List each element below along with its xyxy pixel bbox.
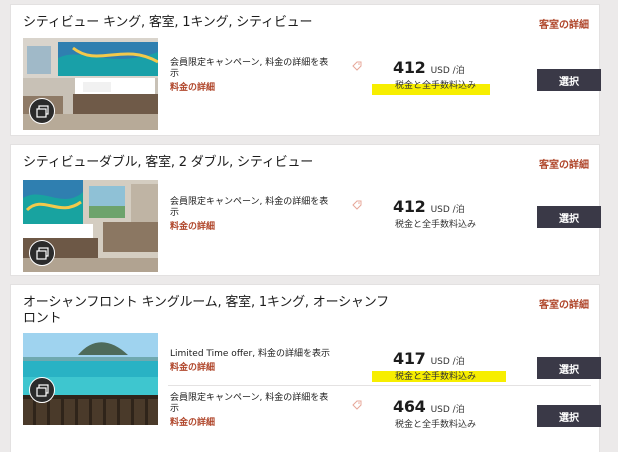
rate-details-link[interactable]: 料金の詳細 — [170, 360, 215, 373]
room-photo[interactable] — [23, 38, 158, 130]
price-note: 税金と全手数料込み — [395, 81, 477, 91]
room-title: シティビュー キング, 客室, 1キング, シティビュー — [23, 15, 313, 30]
price-amount: 464 — [393, 397, 426, 416]
select-button[interactable]: 選択 — [537, 69, 601, 91]
gallery-icon[interactable] — [29, 98, 55, 124]
rate-description: Limited Time offer, 料金の詳細を表示 — [170, 349, 330, 359]
room-card: オーシャンフロント キングルーム, 客室, 1キング, オーシャンフロント 客室… — [10, 284, 601, 452]
price: 412 USD /泊 — [393, 58, 465, 77]
room-details-link[interactable]: 客室の詳細 — [539, 16, 589, 31]
price: 464 USD /泊 — [393, 397, 465, 416]
price-amount: 417 — [393, 349, 426, 368]
tag-icon — [352, 400, 362, 410]
rate-row: 会員限定キャンペーン, 料金の詳細を表示 料金の詳細 412 USD /泊 税金… — [168, 197, 601, 237]
price-note: 税金と全手数料込み — [395, 372, 477, 382]
gallery-icon[interactable] — [29, 377, 55, 403]
tag-icon — [352, 61, 362, 71]
room-details-link[interactable]: 客室の詳細 — [539, 156, 589, 171]
rate-row: 会員限定キャンペーン, 料金の詳細を表示 料金の詳細 412 USD /泊 税金… — [168, 58, 601, 98]
price-amount: 412 — [393, 58, 426, 77]
room-details-link[interactable]: 客室の詳細 — [539, 296, 589, 311]
price: 417 USD /泊 — [393, 349, 465, 368]
room-photo[interactable] — [23, 180, 158, 272]
rate-description: 会員限定キャンペーン, 料金の詳細を表示 — [170, 393, 329, 414]
rate-details-link[interactable]: 料金の詳細 — [170, 219, 215, 232]
rate-row: Limited Time offer, 料金の詳細を表示 料金の詳細 417 U… — [168, 349, 601, 386]
gallery-icon[interactable] — [29, 240, 55, 266]
price: 412 USD /泊 — [393, 197, 465, 216]
price-note: 税金と全手数料込み — [395, 220, 477, 230]
room-title: シティビューダブル, 客室, 2 ダブル, シティビュー — [23, 155, 314, 170]
rate-description: 会員限定キャンペーン, 料金の詳細を表示 — [170, 197, 329, 218]
room-photo[interactable] — [23, 333, 158, 425]
price-unit: USD /泊 — [430, 405, 465, 415]
rate-details-link[interactable]: 料金の詳細 — [170, 415, 215, 428]
select-button[interactable]: 選択 — [537, 206, 601, 228]
rate-row: 会員限定キャンペーン, 料金の詳細を表示 料金の詳細 464 USD /泊 税金… — [168, 393, 601, 433]
select-button[interactable]: 選択 — [537, 405, 601, 427]
price-amount: 412 — [393, 197, 426, 216]
rate-description: 会員限定キャンペーン, 料金の詳細を表示 — [170, 58, 329, 79]
rate-details-link[interactable]: 料金の詳細 — [170, 80, 215, 93]
room-card: シティビュー キング, 客室, 1キング, シティビュー 客室の詳細 会員限定キ… — [10, 4, 601, 136]
room-title: オーシャンフロント キングルーム, 客室, 1キング, オーシャンフロント — [23, 295, 389, 326]
price-note: 税金と全手数料込み — [395, 420, 477, 430]
price-unit: USD /泊 — [430, 205, 465, 215]
room-card: シティビューダブル, 客室, 2 ダブル, シティビュー 客室の詳細 会員限定キ… — [10, 144, 601, 276]
select-button[interactable]: 選択 — [537, 357, 601, 379]
price-unit: USD /泊 — [430, 357, 465, 367]
price-unit: USD /泊 — [430, 66, 465, 76]
tag-icon — [352, 200, 362, 210]
